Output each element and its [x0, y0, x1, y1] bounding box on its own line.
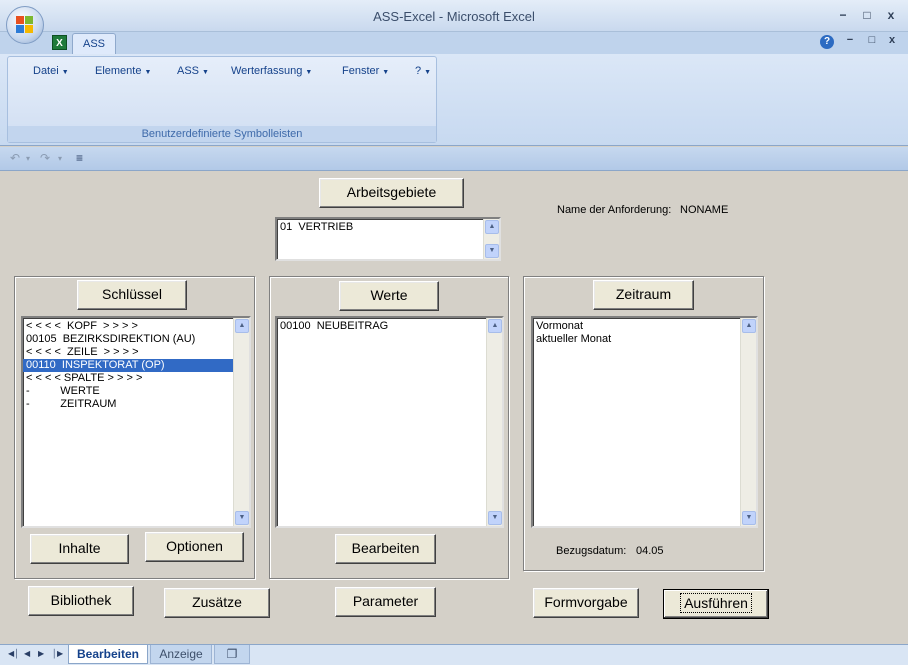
- dropdown-arrow-icon: ▼: [202, 69, 209, 76]
- title-bar: ASS-Excel - Microsoft Excel − □ x: [0, 0, 908, 32]
- menu-fenster[interactable]: Fenster ▼: [342, 65, 389, 77]
- list-item-selected[interactable]: 00110 INSPEKTORAT (OP): [23, 359, 233, 372]
- sheet-tab-bearbeiten[interactable]: Bearbeiten: [68, 645, 148, 664]
- dropdown-arrow-icon: ▼: [305, 69, 313, 76]
- workbook-minimize-button[interactable]: −: [842, 34, 858, 46]
- ausfuehren-label: Ausführen: [680, 593, 752, 613]
- list-item[interactable]: 00105 BEZIRKSDIREKTION (AU): [23, 333, 249, 346]
- ausfuehren-button[interactable]: Ausführen: [663, 589, 769, 619]
- schluessel-list[interactable]: < < < < KOPF > > > > 00105 BEZIRKSDIREKT…: [21, 316, 251, 528]
- scrollbar[interactable]: ▲ ▼: [483, 219, 499, 259]
- last-sheet-icon[interactable]: │▶: [52, 649, 63, 658]
- undo-icon[interactable]: ↶: [10, 151, 20, 165]
- custom-toolbars-group: Datei ▼ Elemente ▼ ASS ▼ Werterfassung ▼ Fen…: [7, 56, 437, 143]
- scrollbar[interactable]: ▲ ▼: [486, 318, 502, 526]
- ribbon-tab-row: X ASS ? − □ x: [0, 32, 908, 55]
- menu-datei[interactable]: Datei ▼: [33, 65, 69, 77]
- optionen-button[interactable]: Optionen: [145, 532, 244, 562]
- redo-dropdown-icon[interactable]: ▾: [58, 154, 62, 163]
- menu-werterfassung[interactable]: Werterfassung ▼: [231, 65, 312, 77]
- scrollbar[interactable]: ▲ ▼: [233, 318, 249, 526]
- list-item[interactable]: < < < < KOPF > > > >: [23, 320, 249, 333]
- menu-label: Fenster: [342, 65, 380, 77]
- scroll-down-icon[interactable]: ▼: [742, 511, 756, 525]
- scroll-up-icon[interactable]: ▲: [235, 319, 249, 333]
- insert-sheet-button[interactable]: ❐: [214, 645, 250, 664]
- bibliothek-button[interactable]: Bibliothek: [28, 586, 134, 616]
- werte-list[interactable]: 00100 NEUBEITRAG ▲ ▼: [275, 316, 504, 528]
- menu-label: ?: [415, 65, 422, 77]
- menu-label: Datei: [33, 65, 59, 77]
- list-item[interactable]: - ZEITRAUM: [23, 398, 249, 411]
- list-item[interactable]: 01 VERTRIEB: [277, 221, 499, 234]
- office-button[interactable]: [6, 6, 44, 44]
- menu-elemente[interactable]: Elemente ▼: [95, 65, 151, 77]
- window-title: ASS-Excel - Microsoft Excel: [373, 9, 535, 24]
- scroll-down-icon[interactable]: ▼: [485, 244, 499, 258]
- zusaetze-button[interactable]: Zusätze: [164, 588, 270, 618]
- werte-button[interactable]: Werte: [339, 281, 439, 311]
- customize-qat-icon[interactable]: ≡: [76, 151, 83, 165]
- redo-icon[interactable]: ↷: [40, 151, 50, 165]
- menu-help[interactable]: ? ▼: [415, 65, 431, 77]
- dropdown-arrow-icon: ▼: [61, 69, 69, 76]
- anforderung-label: Name der Anforderung:: [557, 204, 672, 216]
- sheet-tab-bar: ◀│ ◀ ▶ │▶ Bearbeiten Anzeige ❐: [0, 644, 908, 665]
- scroll-up-icon[interactable]: ▲: [485, 220, 499, 234]
- dropdown-arrow-icon: ▼: [382, 69, 390, 76]
- list-item[interactable]: 00100 NEUBEITRAG: [277, 320, 502, 333]
- userform: Arbeitsgebiete 01 VERTRIEB ▲ ▼ Name der …: [4, 172, 904, 644]
- bearbeiten-button[interactable]: Bearbeiten: [335, 534, 436, 564]
- workbook-close-button[interactable]: x: [884, 34, 900, 46]
- sheet-tab-anzeige[interactable]: Anzeige: [150, 645, 212, 664]
- list-item[interactable]: - WERTE: [23, 385, 249, 398]
- list-item[interactable]: Vormonat: [533, 320, 756, 333]
- office-logo-icon: [16, 16, 34, 34]
- menu-ass[interactable]: ASS ▼: [177, 65, 209, 77]
- group-label: Benutzerdefinierte Symbolleisten: [8, 126, 436, 142]
- scroll-up-icon[interactable]: ▲: [742, 319, 756, 333]
- help-icon[interactable]: ?: [820, 35, 834, 49]
- next-sheet-icon[interactable]: ▶: [38, 649, 44, 658]
- new-sheet-icon: ❐: [226, 647, 238, 661]
- list-item[interactable]: < < < < ZEILE > > > >: [23, 346, 249, 359]
- anforderung-value: NONAME: [680, 204, 729, 216]
- zeitraum-list[interactable]: Vormonat aktueller Monat ▲ ▼: [531, 316, 758, 528]
- parameter-button[interactable]: Parameter: [335, 587, 436, 617]
- dropdown-arrow-icon: ▼: [144, 69, 152, 76]
- minimize-button[interactable]: −: [834, 8, 852, 24]
- ribbon: Datei ▼ Elemente ▼ ASS ▼ Werterfassung ▼ Fen…: [0, 54, 908, 146]
- quick-access-toolbar: ↶ ▾ ↷ ▾ ≡: [0, 147, 908, 171]
- maximize-button[interactable]: □: [858, 8, 876, 24]
- menu-label: Werterfassung: [231, 65, 303, 77]
- scroll-down-icon[interactable]: ▼: [488, 511, 502, 525]
- first-sheet-icon[interactable]: ◀│: [8, 649, 19, 658]
- formvorgabe-button[interactable]: Formvorgabe: [533, 588, 639, 618]
- arbeitsgebiete-list[interactable]: 01 VERTRIEB ▲ ▼: [275, 217, 501, 261]
- workbook-restore-button[interactable]: □: [864, 34, 880, 46]
- menu-bar: Datei ▼ Elemente ▼ ASS ▼ Werterfassung ▼ Fen…: [8, 65, 438, 83]
- tab-ass[interactable]: ASS: [72, 33, 116, 55]
- inhalte-button[interactable]: Inhalte: [30, 534, 129, 564]
- list-item[interactable]: aktueller Monat: [533, 333, 756, 346]
- prev-sheet-icon[interactable]: ◀: [24, 649, 30, 658]
- list-item[interactable]: < < < < SPALTE > > > >: [23, 372, 249, 385]
- menu-label: ASS: [177, 65, 200, 77]
- arbeitsgebiete-button[interactable]: Arbeitsgebiete: [319, 178, 464, 208]
- scroll-down-icon[interactable]: ▼: [235, 511, 249, 525]
- scrollbar[interactable]: ▲ ▼: [740, 318, 756, 526]
- close-button[interactable]: x: [882, 8, 900, 24]
- excel-icon[interactable]: X: [52, 35, 67, 50]
- undo-dropdown-icon[interactable]: ▾: [26, 154, 30, 163]
- schluessel-button[interactable]: Schlüssel: [77, 280, 187, 310]
- zeitraum-button[interactable]: Zeitraum: [593, 280, 694, 310]
- bezugsdatum-label: Bezugsdatum:: [556, 545, 627, 557]
- bezugsdatum-value: 04.05: [636, 545, 664, 557]
- dropdown-arrow-icon: ▼: [424, 69, 432, 76]
- scroll-up-icon[interactable]: ▲: [488, 319, 502, 333]
- menu-label: Elemente: [95, 65, 142, 77]
